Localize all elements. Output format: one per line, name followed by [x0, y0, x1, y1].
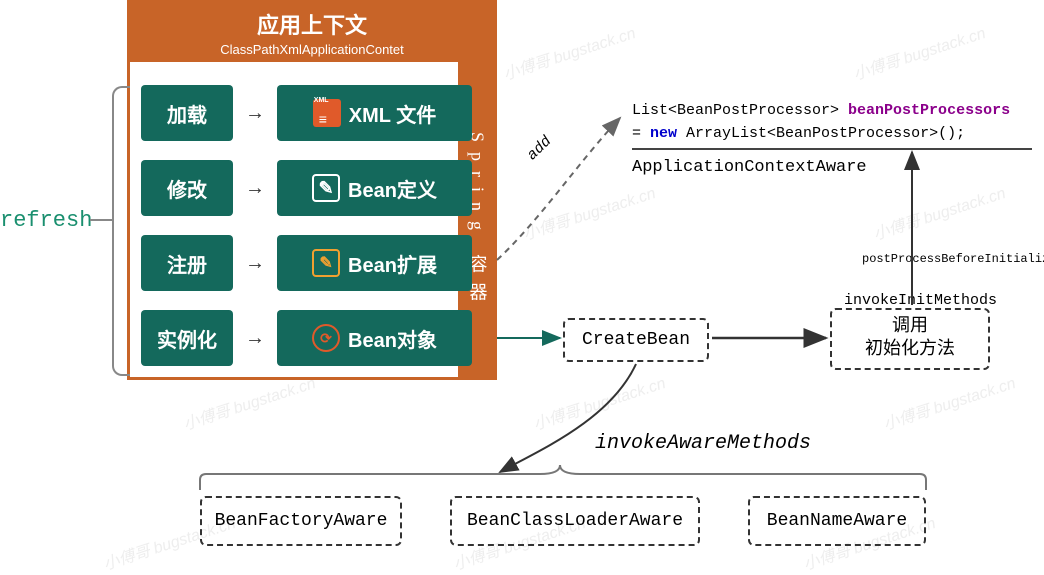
create-bean-box: CreateBean	[563, 318, 709, 362]
app-context-header: 应用上下文 ClassPathXmlApplicationContet	[127, 0, 497, 62]
step-register-bean-ext: 注册 → Bean扩展	[141, 235, 472, 291]
bean-factory-aware-box: BeanFactoryAware	[200, 496, 402, 546]
instantiate-icon	[312, 324, 340, 352]
step-target: Bean扩展	[348, 249, 437, 278]
step-target: Bean定义	[348, 174, 437, 203]
code-underline	[632, 148, 1032, 150]
step-action: 实例化	[141, 310, 233, 366]
arrow-icon: →	[245, 252, 265, 275]
code-snippet: List<BeanPostProcessor> beanPostProcesso…	[632, 100, 1010, 145]
init-method-box: 调用初始化方法	[830, 308, 990, 370]
step-target: XML 文件	[349, 99, 436, 128]
step-target: Bean对象	[348, 324, 437, 353]
arrow-icon: →	[245, 177, 265, 200]
step-target-box: Bean对象	[277, 310, 472, 366]
edit-icon	[312, 174, 340, 202]
header-subtitle: ClassPathXmlApplicationContet	[127, 42, 497, 57]
arrow-icon: →	[245, 327, 265, 350]
step-action: 修改	[141, 160, 233, 216]
step-modify-bean-def: 修改 → Bean定义	[141, 160, 472, 216]
step-instantiate-bean: 实例化 → Bean对象	[141, 310, 472, 366]
application-context-aware-label: ApplicationContextAware	[632, 158, 867, 177]
step-target-box: Bean定义	[277, 160, 472, 216]
refresh-bracket	[112, 86, 130, 376]
invoke-aware-methods-label: invokeAwareMethods	[595, 432, 811, 455]
step-target-box: XML 文件	[277, 85, 472, 141]
invoke-init-methods-label: invokeInitMethods	[844, 292, 997, 309]
arrow-icon: →	[245, 102, 265, 125]
refresh-label: refresh	[0, 208, 92, 233]
extension-icon	[312, 249, 340, 277]
bean-name-aware-box: BeanNameAware	[748, 496, 926, 546]
step-load-xml: 加载 → XML 文件	[141, 85, 472, 141]
bean-class-loader-aware-box: BeanClassLoaderAware	[450, 496, 700, 546]
header-title: 应用上下文	[127, 8, 497, 40]
step-action: 注册	[141, 235, 233, 291]
post-process-before-init-label: postProcessBeforeInitialization	[862, 252, 1044, 266]
xml-file-icon	[313, 99, 341, 127]
add-label: add	[524, 133, 555, 164]
step-action: 加载	[141, 85, 233, 141]
step-target-box: Bean扩展	[277, 235, 472, 291]
